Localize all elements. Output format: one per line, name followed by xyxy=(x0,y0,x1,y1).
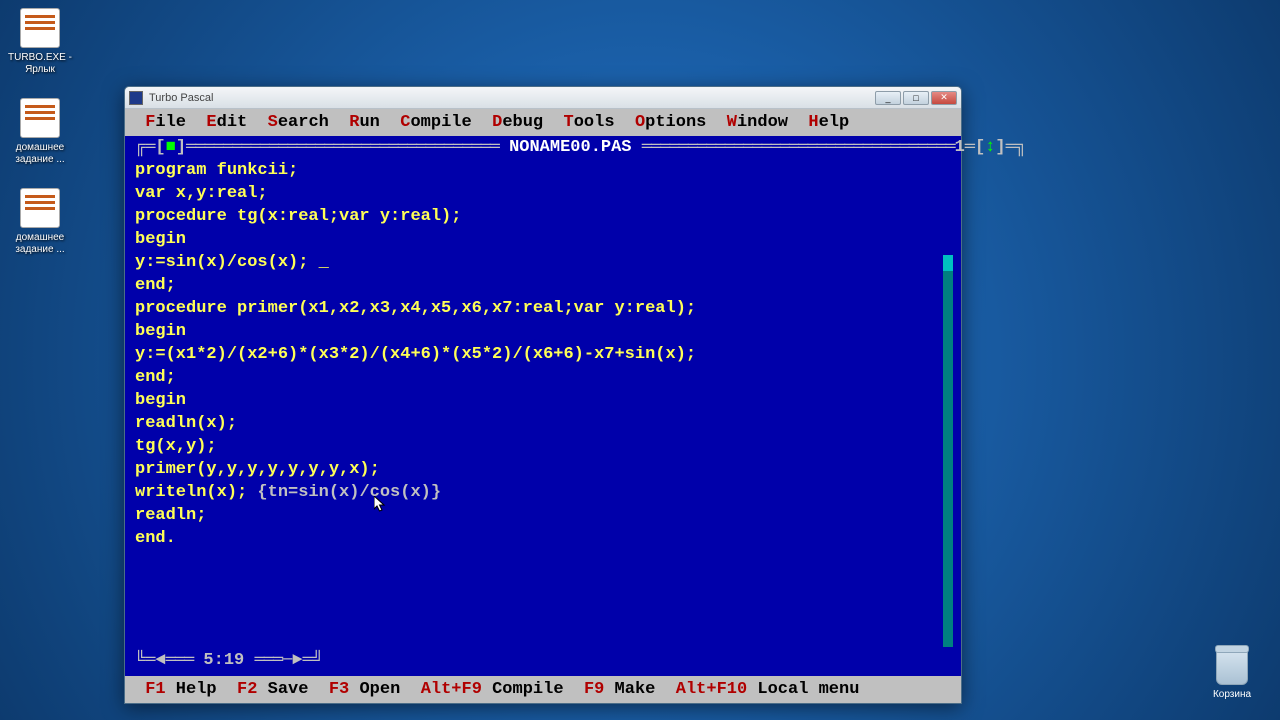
status-item[interactable]: F3 Open xyxy=(329,680,400,699)
menu-item-ile[interactable]: File xyxy=(145,113,186,132)
menu-item-earch[interactable]: Search xyxy=(268,113,329,132)
menu-item-un[interactable]: Run xyxy=(349,113,380,132)
close-button[interactable]: ✕ xyxy=(931,91,957,105)
file-name: NONAME00.PAS xyxy=(509,136,631,159)
editor-frame-top: ╔═[■]══════════════════════════════════ … xyxy=(135,136,951,159)
icon-label: TURBO.EXE - Ярлык xyxy=(8,52,72,76)
status-item[interactable]: Alt+F10 Local menu xyxy=(676,680,860,699)
window-title: Turbo Pascal xyxy=(149,92,873,104)
menu-item-ools[interactable]: Tools xyxy=(564,113,615,132)
menu-item-ompile[interactable]: Compile xyxy=(400,113,471,132)
close-box-icon[interactable]: ■ xyxy=(166,136,176,159)
menu-item-dit[interactable]: Edit xyxy=(206,113,247,132)
status-item[interactable]: Alt+F9 Compile xyxy=(421,680,564,699)
menu-item-ebug[interactable]: Debug xyxy=(492,113,543,132)
file-icon xyxy=(20,98,60,138)
editor-area[interactable]: ╔═[■]══════════════════════════════════ … xyxy=(125,136,961,676)
menu-item-elp[interactable]: Help xyxy=(808,113,849,132)
zoom-icon[interactable]: ↕ xyxy=(985,136,995,159)
menu-item-ptions[interactable]: Options xyxy=(635,113,706,132)
desktop-icon-turbo[interactable]: TURBO.EXE - Ярлык xyxy=(8,8,72,76)
status-item[interactable]: F1 Help xyxy=(145,680,216,699)
desktop-icon-hw1[interactable]: домашнее задание ... xyxy=(8,98,72,166)
desktop-icon-hw2[interactable]: домашнее задание ... xyxy=(8,188,72,256)
editor-frame-bottom: ╚═◄═══ 5:19 ═══─►═╝ xyxy=(135,649,951,672)
menu-item-indow[interactable]: Window xyxy=(727,113,788,132)
maximize-button[interactable]: □ xyxy=(903,91,929,105)
scrollbar-thumb[interactable] xyxy=(943,255,953,271)
turbo-pascal-ide: File Edit Search Run Compile Debug Tools… xyxy=(125,109,961,703)
recycle-label: Корзина xyxy=(1204,689,1260,700)
minimize-button[interactable]: _ xyxy=(875,91,901,105)
window-number: 1 xyxy=(955,136,965,159)
code-area[interactable]: program funkcii; var x,y:real; procedure… xyxy=(135,159,951,649)
turbo-pascal-window: Turbo Pascal _ □ ✕ File Edit Search Run … xyxy=(124,86,962,704)
cursor-position: 5:19 xyxy=(203,649,244,672)
titlebar[interactable]: Turbo Pascal _ □ ✕ xyxy=(125,87,961,109)
icon-label: домашнее задание ... xyxy=(8,142,72,166)
vertical-scrollbar[interactable] xyxy=(943,255,953,647)
status-bar[interactable]: F1 Help F2 Save F3 Open Alt+F9 Compile F… xyxy=(125,676,961,703)
status-item[interactable]: F9 Make xyxy=(584,680,655,699)
icon-label: домашнее задание ... xyxy=(8,232,72,256)
file-icon xyxy=(20,8,60,48)
file-icon xyxy=(20,188,60,228)
recycle-bin[interactable]: Корзина xyxy=(1204,649,1260,700)
trash-icon xyxy=(1216,649,1248,685)
status-item[interactable]: F2 Save xyxy=(237,680,308,699)
app-icon xyxy=(129,91,143,105)
menu-bar[interactable]: File Edit Search Run Compile Debug Tools… xyxy=(125,109,961,136)
